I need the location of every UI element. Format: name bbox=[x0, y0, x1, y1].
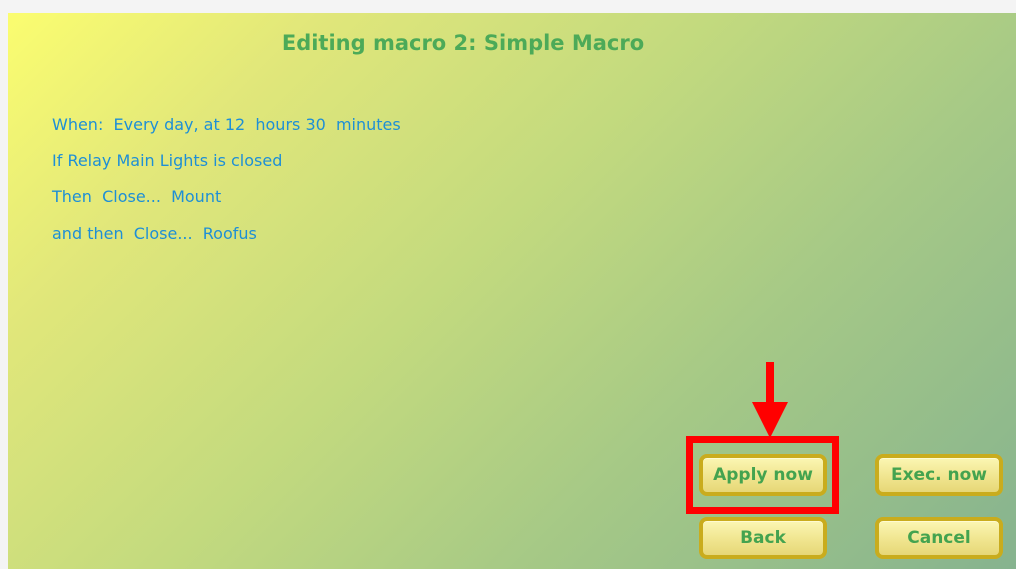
cancel-button[interactable]: Cancel bbox=[875, 517, 1003, 559]
back-button[interactable]: Back bbox=[699, 517, 827, 559]
when-value[interactable]: Every day, at 12 hours 30 minutes bbox=[114, 115, 401, 134]
when-line: When: Every day, at 12 hours 30 minutes bbox=[52, 115, 401, 134]
and-then-action-line[interactable]: and then Close... Roofus bbox=[52, 224, 257, 243]
if-condition-line[interactable]: If Relay Main Lights is closed bbox=[52, 151, 282, 170]
page-title: Editing macro 2: Simple Macro bbox=[281, 31, 645, 55]
exec-now-button[interactable]: Exec. now bbox=[875, 454, 1003, 496]
screen-frame: Editing macro 2: Simple Macro When: Ever… bbox=[0, 0, 1016, 569]
then-action-line[interactable]: Then Close... Mount bbox=[52, 187, 221, 206]
macro-editor-panel: Editing macro 2: Simple Macro When: Ever… bbox=[8, 13, 1016, 569]
when-label: When: bbox=[52, 115, 104, 134]
apply-now-button[interactable]: Apply now bbox=[699, 454, 827, 496]
